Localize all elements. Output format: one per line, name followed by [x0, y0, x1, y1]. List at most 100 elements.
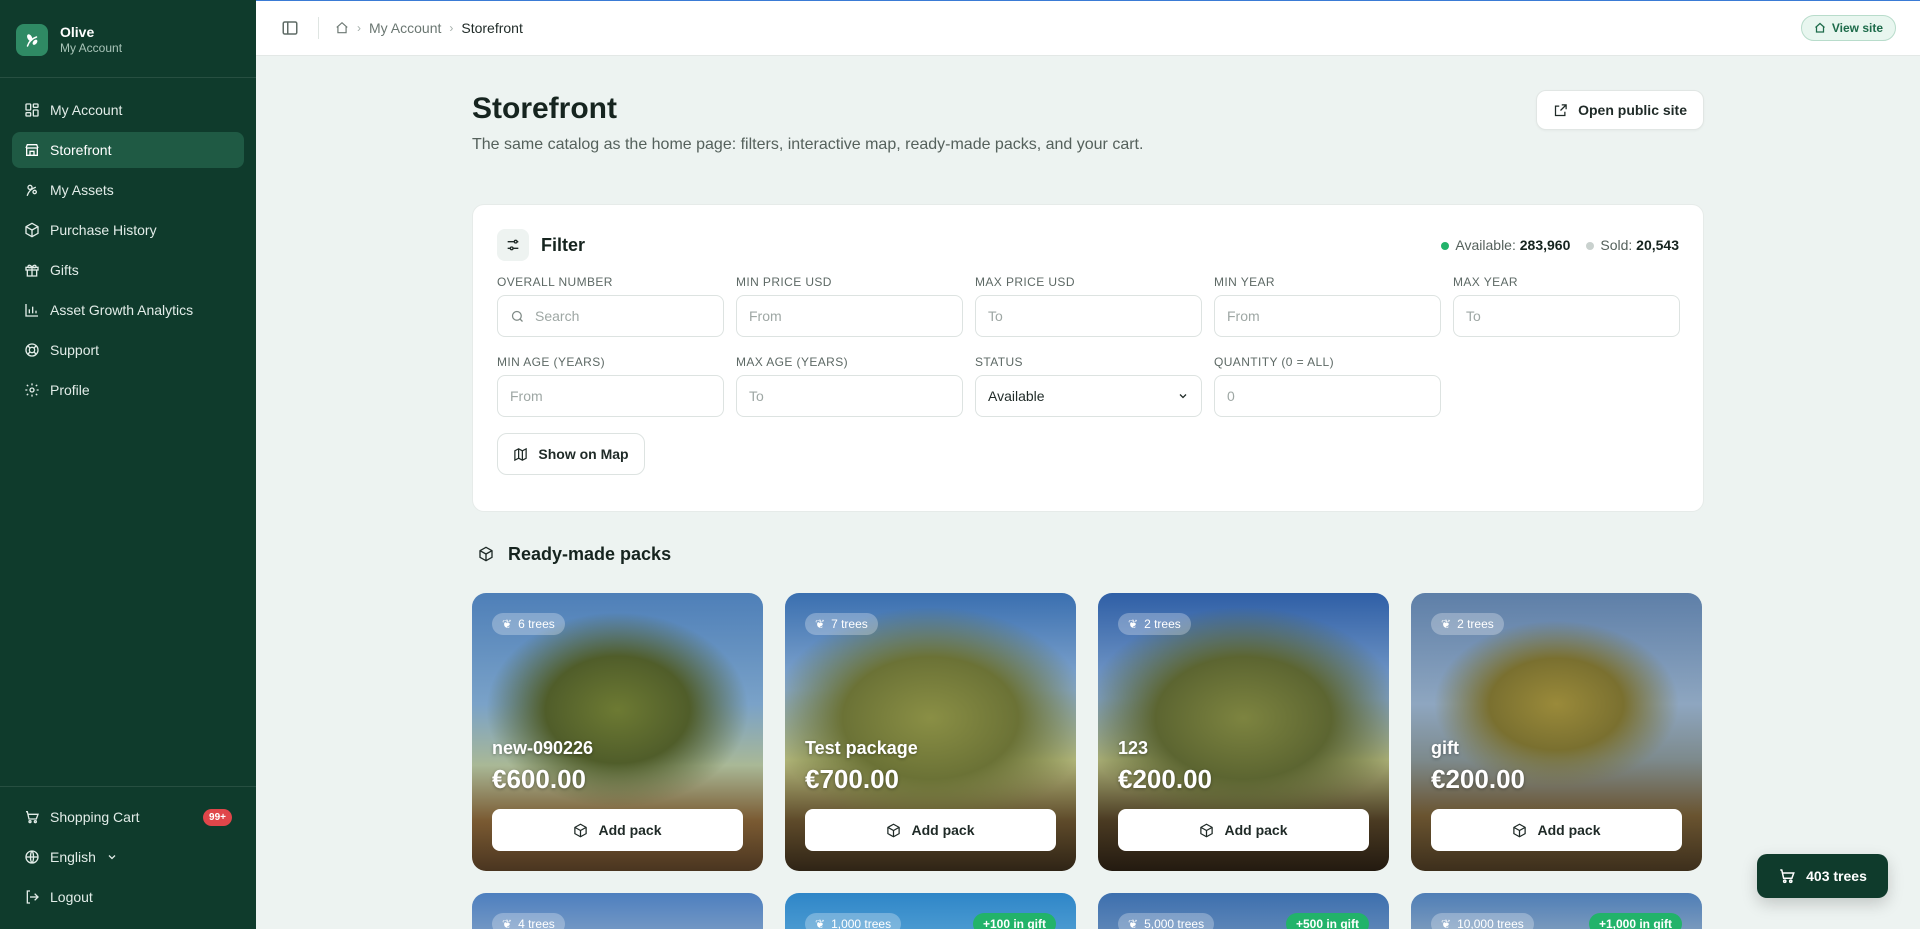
toggle-sidebar-button[interactable]	[280, 18, 300, 38]
sidebar-item-label: Support	[50, 342, 100, 358]
cart-tree-count: 403 trees	[1806, 868, 1867, 884]
add-pack-label: Add pack	[1224, 822, 1288, 838]
tree-count-chip: ❦ 2 trees	[1118, 613, 1191, 635]
show-on-map-label: Show on Map	[538, 446, 629, 462]
sidebar-item-my-assets[interactable]: My Assets	[12, 172, 244, 208]
home-icon[interactable]	[335, 21, 349, 35]
gift-bonus-badge: +100 in gift	[972, 913, 1056, 929]
olive-icon: ❦	[1441, 917, 1452, 929]
add-pack-button[interactable]: Add pack	[1431, 809, 1682, 851]
pack-card[interactable]: ❦ 10,000 trees +1,000 in gift	[1411, 893, 1702, 929]
field-label: Min Year	[1214, 275, 1275, 289]
filter-title: Filter	[541, 234, 586, 255]
packs-grid: ❦ 6 trees new-090226 €600.00 Add pack ❦ 7 …	[472, 593, 1704, 929]
overall-number-search-input[interactable]: Search	[497, 295, 724, 337]
package-icon	[25, 222, 39, 238]
open-public-site-label: Open public site	[1578, 102, 1687, 118]
external-link-icon	[1554, 103, 1567, 116]
sidebar-item-label: Profile	[50, 382, 90, 398]
placeholder: From	[1227, 308, 1260, 324]
breadcrumb: › My Account › Storefront	[335, 20, 523, 36]
logout-label: Logout	[50, 889, 93, 905]
cart-icon	[1780, 869, 1795, 884]
tree-count-chip: ❦ 7 trees	[805, 613, 878, 635]
gift-bonus-badge: +1,000 in gift	[1588, 913, 1682, 929]
pack-card[interactable]: ❦ 1,000 trees +100 in gift	[785, 893, 1076, 929]
search-placeholder: Search	[535, 308, 580, 324]
add-pack-button[interactable]: Add pack	[1118, 809, 1369, 851]
pack-card[interactable]: ❦ 6 trees new-090226 €600.00 Add pack	[472, 593, 763, 871]
logout-button[interactable]: Logout	[12, 879, 244, 915]
open-public-site-button[interactable]: Open public site	[1536, 90, 1704, 130]
max-year-input[interactable]: To	[1453, 295, 1680, 337]
max-price-input[interactable]: To	[975, 295, 1202, 337]
pack-name: new-090226	[492, 738, 594, 758]
field-label: Overall Number	[497, 275, 613, 289]
logout-icon	[26, 890, 39, 904]
field-label: Max Age (Years)	[736, 355, 849, 369]
package-icon	[479, 546, 493, 562]
gear-icon	[25, 383, 39, 397]
min-age-input[interactable]: From	[497, 375, 724, 417]
pack-card[interactable]: ❦ 2 trees 123 €200.00 Add pack	[1098, 593, 1389, 871]
tree-count: 1,000 trees	[831, 917, 892, 929]
pack-card[interactable]: ❦ 4 trees	[472, 893, 763, 929]
floating-cart-button[interactable]: 403 trees	[1757, 854, 1888, 898]
min-year-input[interactable]: From	[1214, 295, 1441, 337]
cart-count-badge: 99+	[203, 808, 232, 826]
placeholder: From	[510, 388, 543, 404]
sidebar-item-label: My Assets	[50, 182, 114, 198]
add-pack-button[interactable]: Add pack	[805, 809, 1056, 851]
placeholder: To	[988, 308, 1003, 324]
pack-card[interactable]: ❦ 5,000 trees +500 in gift	[1098, 893, 1389, 929]
chevron-right-icon: ›	[449, 21, 454, 35]
max-age-input[interactable]: To	[736, 375, 963, 417]
sold-label: Sold:	[1600, 237, 1633, 253]
olive-icon	[26, 184, 37, 196]
pack-card[interactable]: ❦ 2 trees gift €200.00 Add pack	[1411, 593, 1702, 871]
page-title: Storefront	[472, 92, 617, 125]
language-selector[interactable]: English	[12, 839, 244, 875]
view-site-button[interactable]: View site	[1800, 15, 1896, 41]
field-label: Max Year	[1453, 275, 1518, 289]
sidebar-item-my-account[interactable]: My Account	[12, 92, 244, 128]
dashboard-icon	[25, 103, 39, 117]
sidebar-item-gifts[interactable]: Gifts	[12, 252, 244, 288]
breadcrumb-my-account[interactable]: My Account	[369, 20, 441, 36]
pack-name: gift	[1431, 738, 1459, 758]
tree-count-chip: ❦ 10,000 trees	[1431, 913, 1534, 929]
sidebar: Olive My Account My Account Storefront M…	[0, 0, 256, 929]
add-pack-button[interactable]: Add pack	[492, 809, 743, 851]
breadcrumb-current: Storefront	[461, 20, 523, 36]
filter-fields: Overall Number Search Min Price USD From…	[497, 275, 1680, 417]
show-on-map-button[interactable]: Show on Map	[497, 433, 645, 475]
olive-icon: ❦	[1128, 917, 1139, 929]
status-select[interactable]: Available	[975, 375, 1202, 417]
brand[interactable]: Olive My Account	[0, 0, 256, 78]
sidebar-item-storefront[interactable]: Storefront	[12, 132, 244, 168]
pack-name: 123	[1118, 738, 1149, 758]
quantity-input[interactable]: 0	[1214, 375, 1441, 417]
language-label: English	[50, 849, 96, 865]
field-label: Min Age (Years)	[497, 355, 606, 369]
store-icon	[25, 144, 39, 156]
tree-count-chip: ❦ 2 trees	[1431, 613, 1504, 635]
sidebar-item-support[interactable]: Support	[12, 332, 244, 368]
olive-icon: ❦	[1128, 617, 1139, 631]
divider	[318, 17, 319, 39]
sidebar-item-purchase-history[interactable]: Purchase History	[12, 212, 244, 248]
sidebar-item-shopping-cart[interactable]: Shopping Cart 99+	[12, 799, 244, 835]
pack-price: €700.00	[805, 764, 899, 794]
placeholder: To	[749, 388, 764, 404]
available-value: 283,960	[1519, 237, 1571, 253]
min-price-input[interactable]: From	[736, 295, 963, 337]
field-label: Status	[975, 355, 1023, 369]
pack-card[interactable]: ❦ 7 trees Test package €700.00 Add pack	[785, 593, 1076, 871]
search-icon	[511, 310, 523, 322]
sidebar-item-asset-growth-analytics[interactable]: Asset Growth Analytics	[12, 292, 244, 328]
packs-title: Ready-made packs	[508, 543, 672, 564]
placeholder: To	[1466, 308, 1481, 324]
add-pack-label: Add pack	[598, 822, 662, 838]
tree-count-chip: ❦ 5,000 trees	[1118, 913, 1215, 929]
sidebar-item-profile[interactable]: Profile	[12, 372, 244, 408]
